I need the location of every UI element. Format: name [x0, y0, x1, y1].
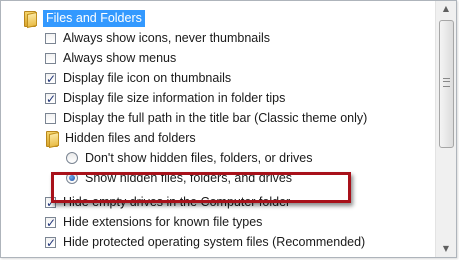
- scroll-thumb[interactable]: [439, 20, 454, 148]
- option-label: Display the full path in the title bar (…: [63, 111, 368, 125]
- option-label: Always show icons, never thumbnails: [63, 31, 271, 45]
- checkbox[interactable]: [45, 233, 56, 253]
- checkbox[interactable]: [45, 89, 56, 109]
- option-label: Hide protected operating system files (R…: [63, 235, 366, 249]
- option-label: Always show menus: [63, 51, 177, 65]
- tree-folder-hidden-files[interactable]: Hidden files and folders: [45, 128, 196, 149]
- option-always-show-icons[interactable]: Always show icons, never thumbnails: [45, 28, 270, 48]
- radio-dont-show-hidden[interactable]: Don't show hidden files, folders, or dri…: [66, 148, 313, 168]
- option-hide-protected-files[interactable]: Hide protected operating system files (R…: [45, 232, 366, 253]
- radio-button[interactable]: [66, 152, 78, 164]
- checkbox[interactable]: [45, 112, 56, 124]
- option-label: Display file size information in folder …: [63, 91, 286, 105]
- scroll-grip-icon: [443, 78, 450, 87]
- scroll-down-arrow-icon[interactable]: ▼: [436, 241, 456, 257]
- scroll-up-arrow-icon[interactable]: ▲: [436, 1, 456, 17]
- highlight-annotation-box: [51, 172, 351, 203]
- option-label: Hide extensions for known file types: [63, 215, 263, 229]
- checkbox[interactable]: [45, 32, 56, 44]
- option-always-show-menus[interactable]: Always show menus: [45, 48, 176, 68]
- folder-icon: [23, 10, 37, 29]
- checkbox[interactable]: [45, 69, 56, 89]
- checkbox[interactable]: [45, 213, 56, 233]
- folder-icon: [45, 130, 59, 149]
- settings-tree: Files and Folders Always show icons, nev…: [1, 1, 437, 259]
- checkbox[interactable]: [45, 52, 56, 64]
- advanced-settings-tree-panel: Files and Folders Always show icons, nev…: [0, 0, 457, 258]
- option-display-file-size[interactable]: Display file size information in folder …: [45, 88, 286, 109]
- folder-label: Hidden files and folders: [65, 131, 196, 145]
- radio-label: Don't show hidden files, folders, or dri…: [85, 151, 313, 165]
- tree-folder-files-and-folders[interactable]: Files and Folders: [23, 8, 145, 29]
- option-label: Display file icon on thumbnails: [63, 71, 232, 85]
- option-display-file-icon[interactable]: Display file icon on thumbnails: [45, 68, 232, 89]
- folder-label: Files and Folders: [43, 9, 145, 27]
- option-hide-extensions[interactable]: Hide extensions for known file types: [45, 212, 263, 233]
- option-display-full-path[interactable]: Display the full path in the title bar (…: [45, 108, 367, 128]
- vertical-scrollbar[interactable]: ▲ ▼: [435, 1, 456, 257]
